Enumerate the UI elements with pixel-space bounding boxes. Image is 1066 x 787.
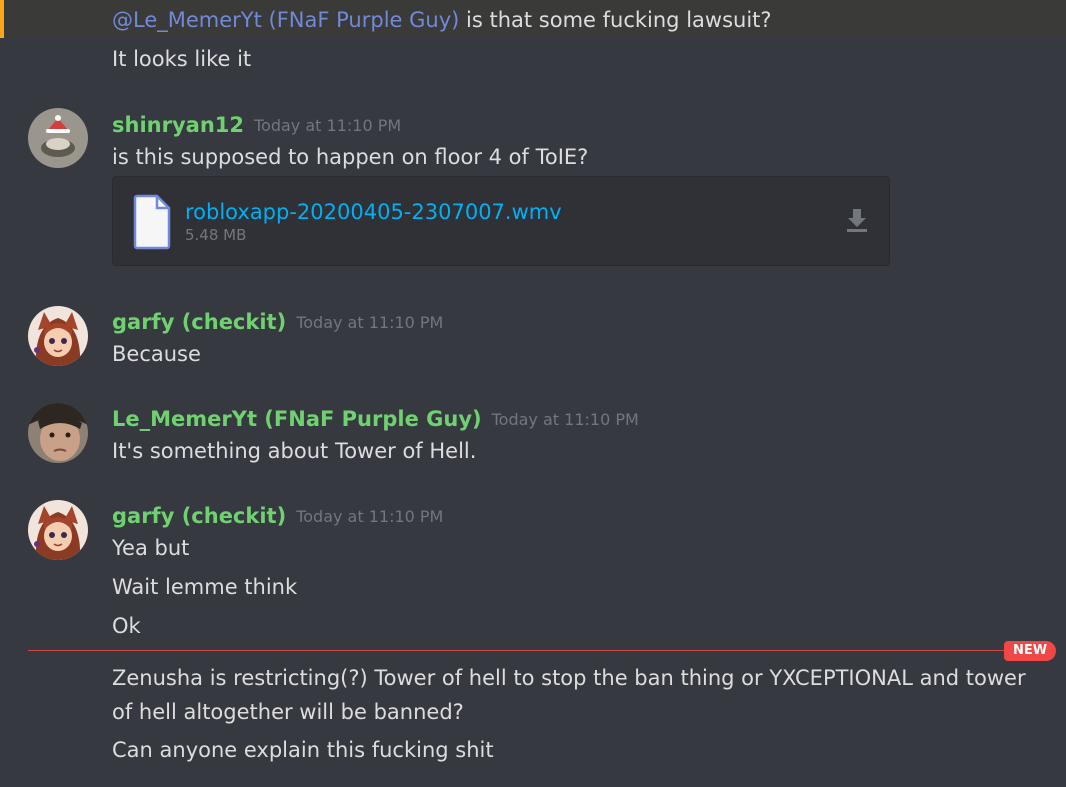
avatar-shinryan12[interactable] [28, 108, 88, 168]
chat-messages: @Le_MemerYt (FNaF Purple Guy) is that so… [0, 0, 1066, 787]
message-header: Le_MemerYt (FNaF Purple Guy) Today at 11:… [112, 406, 639, 432]
mention-message-text: @Le_MemerYt (FNaF Purple Guy) is that so… [112, 7, 772, 33]
message-line: It looks like it [112, 47, 252, 71]
message-header: shinryan12 Today at 11:10 PM [112, 112, 401, 138]
mention-message-rest: is that some fucking lawsuit? [459, 8, 772, 32]
new-messages-divider [28, 650, 1028, 651]
message-line: Can anyone explain this fucking shit [112, 738, 494, 762]
avatar-le-memeryt[interactable] [28, 403, 88, 463]
message-line: Wait lemme think [112, 575, 298, 599]
message-header: garfy (checkit) Today at 11:10 PM [112, 503, 443, 529]
new-messages-badge: NEW [1004, 641, 1056, 661]
message-timestamp[interactable]: Today at 11:10 PM [254, 116, 401, 135]
message-timestamp[interactable]: Today at 11:10 PM [492, 410, 639, 429]
avatar-garfy[interactable] [28, 500, 88, 560]
message-line: It's something about Tower of Hell. [112, 439, 477, 463]
message-line: of hell altogether will be banned? [112, 700, 464, 724]
message-timestamp[interactable]: Today at 11:10 PM [296, 507, 443, 526]
attachment-filename-link[interactable]: robloxapp-20200405-2307007.wmv [185, 199, 562, 225]
username-shinryan12[interactable]: shinryan12 [112, 113, 244, 137]
username-garfy[interactable]: garfy (checkit) [112, 504, 286, 528]
file-attachment: robloxapp-20200405-2307007.wmv 5.48 MB [112, 176, 890, 266]
message-line: Yea but [112, 536, 190, 560]
message-timestamp[interactable]: Today at 11:10 PM [296, 313, 443, 332]
avatar-garfy[interactable] [28, 306, 88, 366]
message-line: Zenusha is restricting(?) Tower of hell … [112, 666, 1026, 690]
attachment-filesize: 5.48 MB [185, 226, 247, 244]
file-icon [133, 194, 171, 250]
username-le-memeryt[interactable]: Le_MemerYt (FNaF Purple Guy) [112, 407, 482, 431]
message-line: is this supposed to happen on floor 4 of… [112, 145, 589, 169]
message-line: Ok [112, 614, 141, 638]
message-header: garfy (checkit) Today at 11:10 PM [112, 309, 443, 335]
username-garfy[interactable]: garfy (checkit) [112, 310, 286, 334]
message-line: Because [112, 342, 201, 366]
download-icon[interactable] [845, 207, 869, 233]
user-mention[interactable]: @Le_MemerYt (FNaF Purple Guy) [112, 8, 459, 32]
mention-message: @Le_MemerYt (FNaF Purple Guy) is that so… [0, 0, 1066, 38]
